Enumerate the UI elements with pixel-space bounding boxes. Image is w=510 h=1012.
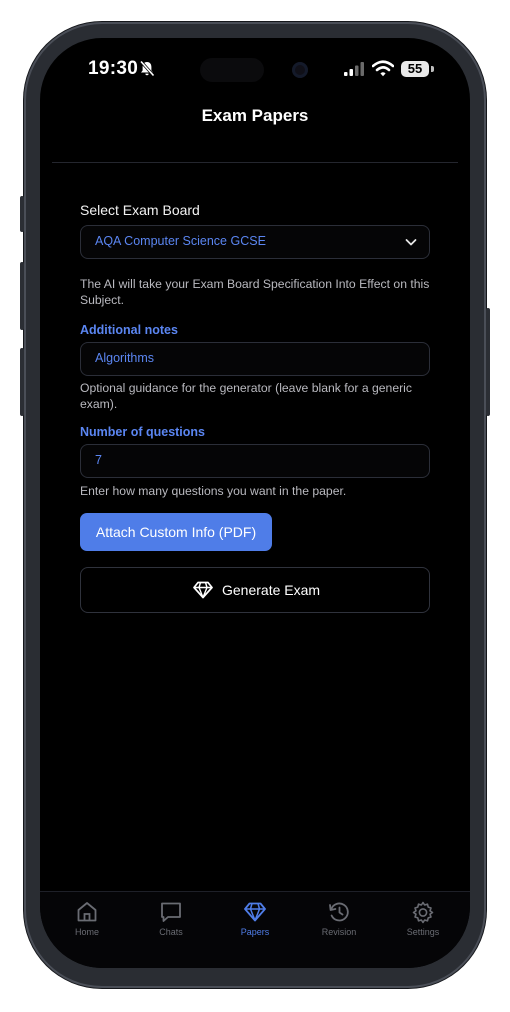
battery-tip bbox=[431, 66, 434, 72]
notes-help: Optional guidance for the generator (lea… bbox=[80, 381, 412, 411]
diamond-icon bbox=[244, 902, 266, 922]
notes-label: Additional notes bbox=[80, 323, 178, 337]
exam-board-help: The AI will take your Exam Board Specifi… bbox=[80, 277, 430, 307]
questions-input[interactable]: 7 bbox=[80, 444, 430, 478]
chevron-down-icon bbox=[405, 236, 417, 250]
status-bar: 19:30 55 bbox=[40, 38, 470, 104]
home-icon bbox=[77, 902, 97, 922]
action-button bbox=[20, 196, 24, 232]
tab-papers[interactable]: Papers bbox=[213, 900, 297, 948]
tab-bar: Home Chats Papers Revision Settings bbox=[40, 892, 470, 968]
volume-down-button bbox=[20, 348, 24, 416]
battery-level: 55 bbox=[401, 61, 429, 77]
tab-settings-label: Settings bbox=[406, 927, 440, 937]
questions-label: Number of questions bbox=[80, 425, 206, 439]
exam-board-select[interactable]: AQA Computer Science GCSE bbox=[80, 225, 430, 259]
questions-value: 7 bbox=[95, 453, 102, 467]
tab-revision[interactable]: Revision bbox=[297, 900, 381, 948]
generate-exam-button[interactable]: Generate Exam bbox=[80, 567, 430, 613]
status-time: 19:30 bbox=[88, 58, 139, 79]
notes-value: Algorithms bbox=[95, 351, 155, 365]
generate-exam-label: Generate Exam bbox=[222, 582, 321, 598]
history-icon bbox=[329, 902, 349, 922]
power-button bbox=[486, 308, 490, 416]
signal-icon bbox=[344, 62, 366, 81]
exam-board-value: AQA Computer Science GCSE bbox=[95, 234, 266, 248]
phone-screen: 19:30 55 Exam Papers Select Exam Board A… bbox=[40, 38, 470, 968]
front-camera bbox=[292, 62, 308, 78]
tab-home[interactable]: Home bbox=[45, 900, 129, 948]
tab-revision-label: Revision bbox=[321, 927, 357, 937]
page-title: Exam Papers bbox=[201, 106, 309, 125]
attach-pdf-button[interactable]: Attach Custom Info (PDF) bbox=[80, 513, 272, 551]
notes-input[interactable]: Algorithms bbox=[80, 342, 430, 376]
gear-icon bbox=[412, 901, 434, 924]
tab-chats[interactable]: Chats bbox=[129, 900, 213, 948]
tab-home-label: Home bbox=[74, 927, 99, 937]
volume-up-button bbox=[20, 262, 24, 330]
diamond-icon bbox=[193, 581, 213, 602]
dynamic-island bbox=[200, 58, 264, 82]
tab-chats-label: Chats bbox=[159, 927, 183, 937]
wifi-icon bbox=[371, 60, 395, 82]
header-divider bbox=[52, 162, 458, 163]
questions-help: Enter how many questions you want in the… bbox=[80, 484, 347, 498]
chat-bubble-icon bbox=[161, 902, 181, 922]
tab-papers-label: Papers bbox=[240, 927, 270, 937]
tab-settings[interactable]: Settings bbox=[381, 900, 465, 948]
exam-board-label: Select Exam Board bbox=[80, 202, 200, 218]
silent-bell-icon bbox=[139, 60, 155, 82]
